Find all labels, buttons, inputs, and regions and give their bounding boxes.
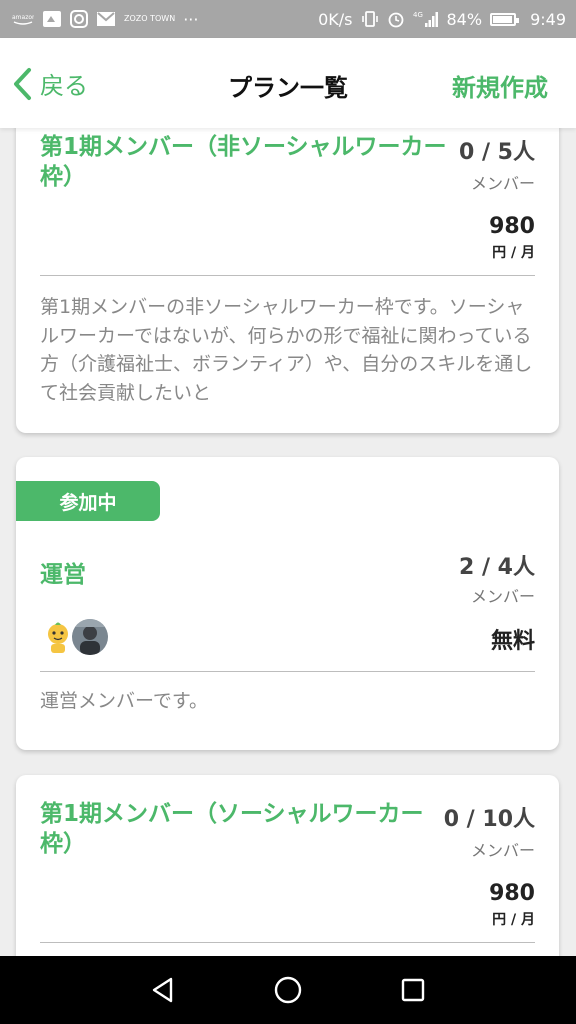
plan-description: 運営メンバーです。 (40, 690, 208, 712)
plan-price: 980 (489, 881, 535, 906)
status-bar: amazon ZOZO TOWN ··· 0K/s 4G 84% 9:49 (0, 0, 576, 38)
plan-description: 第1期メンバーの非ソーシャルワーカー枠です。ソーシャルワーカーではないが、何らか… (40, 296, 533, 404)
member-label: メンバー (470, 841, 535, 860)
plan-card[interactable]: 第1期メンバー（非ソーシャルワーカー 枠） 0 / 5人 メンバー 980 円 … (16, 128, 559, 433)
plan-card[interactable]: 第1期メンバー（ソーシャルワーカー 枠） 0 / 10人 メンバー 980 円 … (16, 775, 559, 956)
network-speed: 0K/s (318, 9, 353, 29)
price-unit: 円 / 月 (492, 912, 535, 928)
nav-recents-button[interactable] (383, 960, 443, 1020)
square-recents-icon (402, 978, 425, 1002)
amazon-icon: amazon (12, 12, 34, 26)
divider (40, 942, 535, 943)
instagram-icon (70, 10, 88, 28)
plan-price: 無料 (490, 629, 535, 654)
plan-name: 第1期メンバー（非ソーシャルワーカー 枠） (40, 134, 447, 190)
create-new-button[interactable]: 新規作成 (452, 68, 548, 103)
circle-home-icon (274, 976, 302, 1004)
plan-price: 980 (489, 214, 535, 239)
member-count: 0 / 10人 (443, 807, 535, 832)
member-count: 2 / 4人 (459, 555, 535, 580)
signal-icon: 4G (413, 10, 439, 28)
svg-text:4G: 4G (413, 11, 423, 19)
mail-icon (96, 11, 116, 27)
battery-icon (490, 12, 520, 26)
triangle-back-icon (152, 977, 172, 1003)
joined-badge: 参加中 (16, 481, 160, 521)
nav-back-button[interactable] (133, 960, 193, 1020)
member-avatar (72, 619, 108, 655)
divider (40, 671, 535, 672)
more-icon: ··· (183, 9, 199, 29)
cloud-icon (42, 10, 62, 28)
price-unit: 円 / 月 (492, 245, 535, 261)
app-header: 戻る プラン一覧 新規作成 (0, 38, 576, 128)
member-avatar (40, 619, 76, 655)
plan-card[interactable]: 参加中 運営 2 / 4人 メンバー 無料 運営メンバーです。 (16, 457, 559, 750)
member-label: メンバー (470, 587, 535, 606)
svg-text:amazon: amazon (12, 14, 34, 21)
member-label: メンバー (470, 174, 535, 193)
vibrate-icon (361, 10, 379, 28)
plan-name: 第1期メンバー（ソーシャルワーカー 枠） (40, 801, 424, 857)
nav-home-button[interactable] (258, 960, 318, 1020)
plan-name: 運営 (40, 562, 86, 588)
clock: 9:49 (530, 9, 566, 29)
system-nav-bar (0, 956, 576, 1024)
alarm-icon (387, 10, 405, 28)
zozotown-icon: ZOZO TOWN (124, 14, 176, 23)
member-count: 0 / 5人 (459, 140, 535, 165)
divider (40, 275, 535, 276)
plan-list: 第1期メンバー（非ソーシャルワーカー 枠） 0 / 5人 メンバー 980 円 … (0, 128, 576, 956)
battery-percent: 84% (446, 9, 483, 29)
